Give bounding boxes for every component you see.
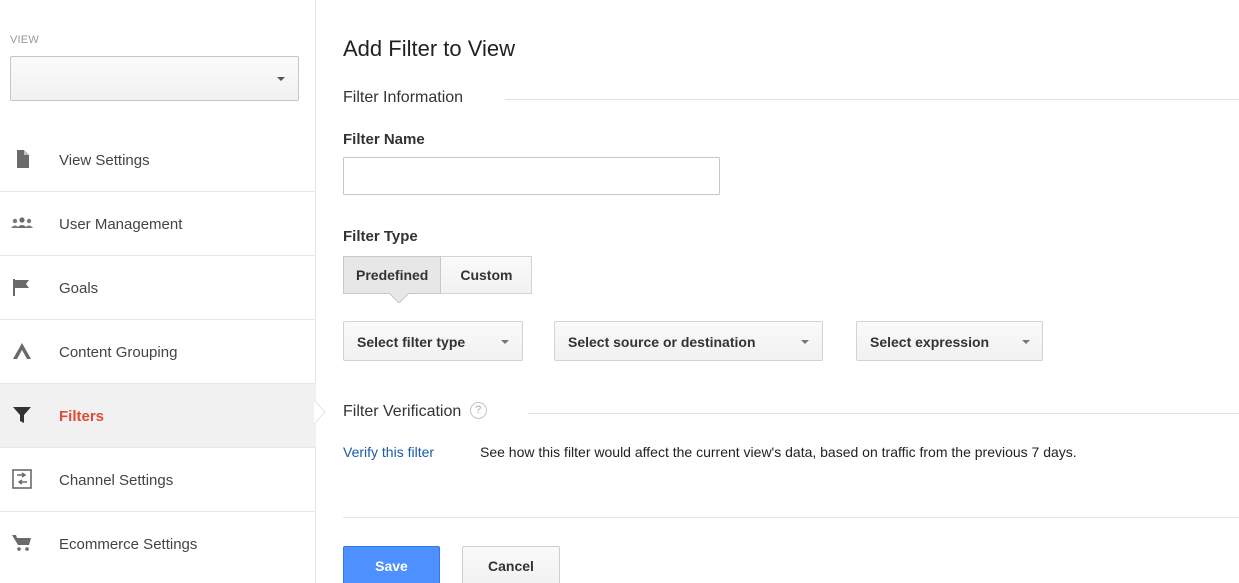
chevron-down-icon xyxy=(1022,340,1030,344)
sidebar-item-label: Filters xyxy=(59,408,105,425)
verify-filter-link[interactable]: Verify this filter xyxy=(343,444,434,460)
cart-icon xyxy=(12,535,31,551)
section-title: Filter Information xyxy=(343,89,464,106)
chevron-down-icon xyxy=(277,77,285,81)
users-icon xyxy=(11,217,33,228)
toggle-pointer xyxy=(389,293,409,303)
section-divider xyxy=(505,99,1239,100)
sidebar-item-ecommerce-settings[interactable]: Ecommerce Settings xyxy=(0,512,316,576)
dropdown-label: Select expression xyxy=(870,334,990,350)
section-filter-verification: Filter Verification ? xyxy=(343,402,1239,421)
sidebar-item-label: Channel Settings xyxy=(59,472,174,489)
filter-icon xyxy=(13,407,31,423)
expression-dropdown[interactable]: Select expression xyxy=(856,321,1043,361)
custom-button[interactable]: Custom xyxy=(441,256,533,294)
sidebar-item-label: User Management xyxy=(59,216,183,233)
admin-sidebar: VIEW View Settings User Management Goals xyxy=(0,0,316,583)
document-icon xyxy=(17,150,29,168)
sidebar-item-user-management[interactable]: User Management xyxy=(0,192,316,256)
sidebar-item-filters[interactable]: Filters xyxy=(0,384,316,448)
filter-type-toggle: Predefined Custom xyxy=(343,256,533,294)
content-grouping-icon xyxy=(13,343,31,359)
sidebar-item-label: Ecommerce Settings xyxy=(59,536,198,553)
chevron-down-icon xyxy=(501,340,509,344)
sidebar-item-label: Goals xyxy=(59,280,99,297)
dropdown-label: Select source or destination xyxy=(568,334,756,350)
filter-name-input[interactable] xyxy=(343,157,720,195)
form-divider xyxy=(343,517,1239,518)
sidebar-item-content-grouping[interactable]: Content Grouping xyxy=(0,320,316,384)
channel-settings-icon xyxy=(12,469,32,489)
filter-type-label: Filter Type xyxy=(343,228,418,245)
help-icon[interactable]: ? xyxy=(469,402,487,420)
chevron-down-icon xyxy=(801,340,809,344)
section-divider xyxy=(528,413,1239,414)
verify-description: See how this filter would affect the cur… xyxy=(480,444,1077,460)
source-destination-dropdown[interactable]: Select source or destination xyxy=(554,321,823,361)
view-selector[interactable] xyxy=(10,56,299,101)
sidebar-item-channel-settings[interactable]: Channel Settings xyxy=(0,448,316,512)
flag-icon xyxy=(13,279,29,296)
sidebar-item-label: View Settings xyxy=(59,152,150,169)
dropdown-label: Select filter type xyxy=(357,334,466,350)
predefined-button[interactable]: Predefined xyxy=(343,256,442,294)
sidebar-nav: View Settings User Management Goals Cont… xyxy=(0,128,316,576)
page-title: Add Filter to View xyxy=(343,36,516,61)
filter-form: Add Filter to View Filter Information Fi… xyxy=(343,0,1239,583)
section-filter-information: Filter Information xyxy=(343,89,1239,107)
section-title: Filter Verification xyxy=(343,403,462,420)
filter-type-dropdown[interactable]: Select filter type xyxy=(343,321,523,361)
save-button[interactable]: Save xyxy=(343,546,440,583)
sidebar-item-goals[interactable]: Goals xyxy=(0,256,316,320)
cancel-button[interactable]: Cancel xyxy=(462,546,560,583)
filter-name-label: Filter Name xyxy=(343,131,425,148)
active-item-pointer xyxy=(314,400,326,424)
sidebar-item-view-settings[interactable]: View Settings xyxy=(0,128,316,192)
sidebar-item-label: Content Grouping xyxy=(59,344,178,361)
view-label: VIEW xyxy=(10,34,39,46)
